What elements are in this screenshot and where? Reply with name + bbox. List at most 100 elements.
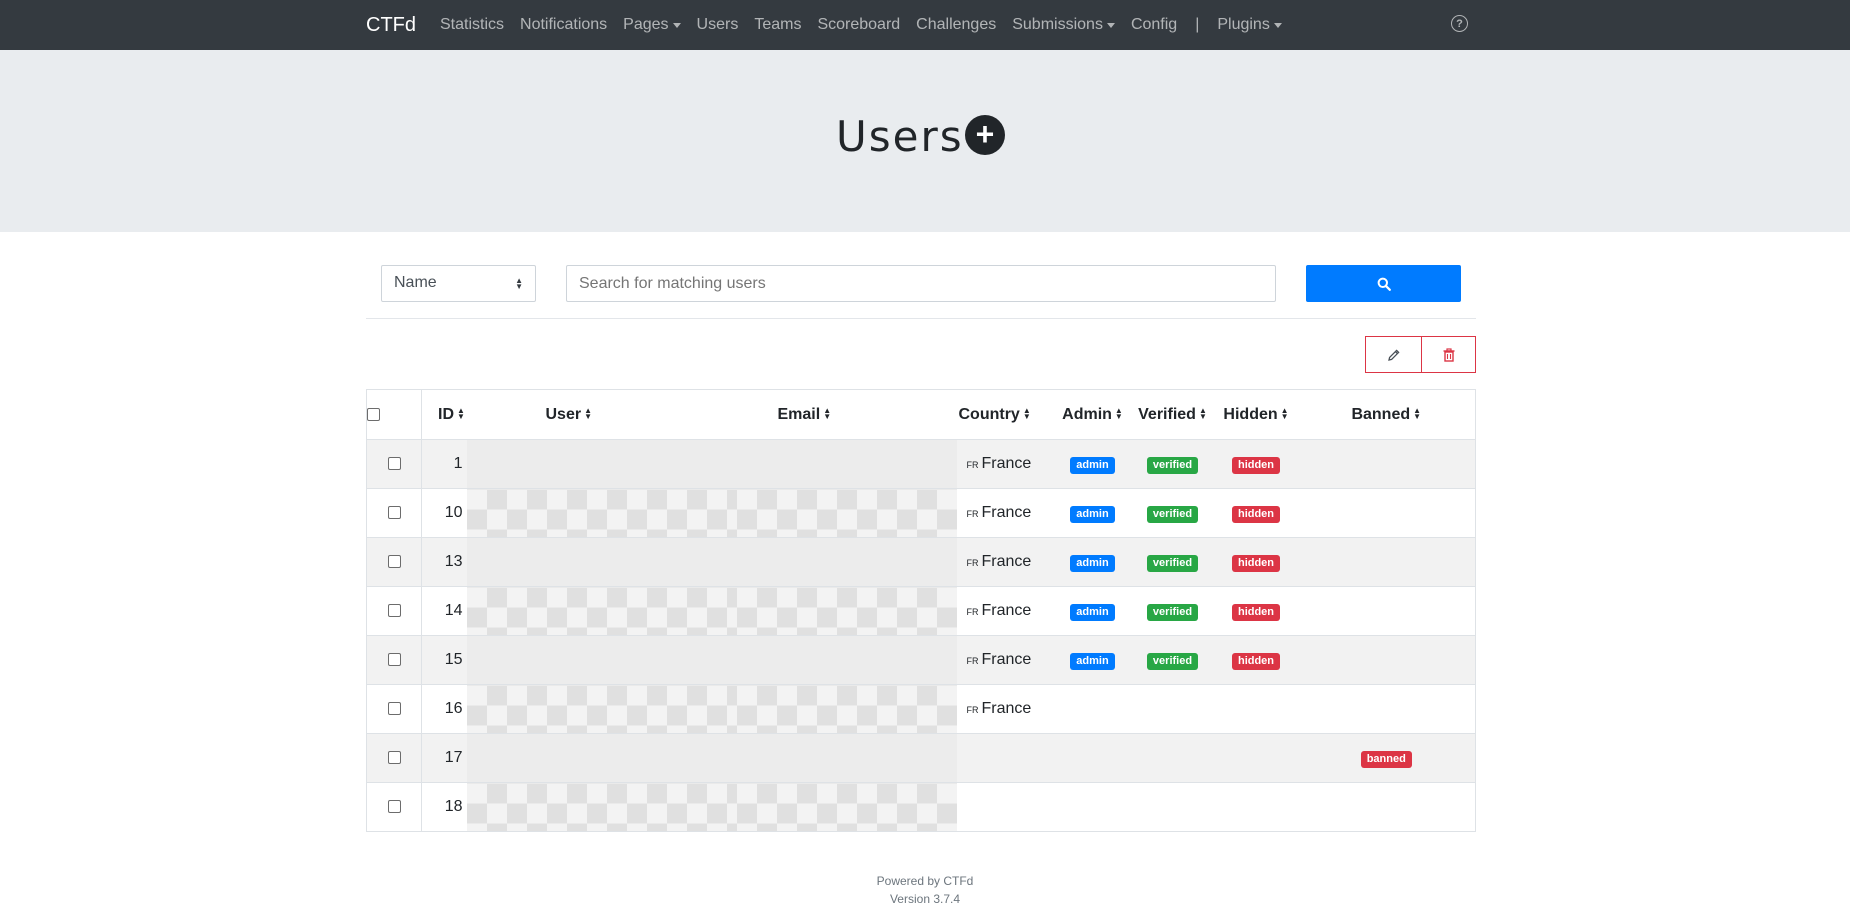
country-name: France (981, 455, 1032, 472)
column-header-banned[interactable]: Banned ▲ ▼ (1297, 389, 1476, 440)
search-input[interactable] (566, 265, 1276, 302)
row-checkbox[interactable] (387, 457, 401, 471)
row-checkbox[interactable] (387, 702, 401, 716)
sort-icon[interactable]: ▲ ▼ (1413, 407, 1421, 421)
select-all-checkbox[interactable] (367, 407, 380, 421)
country-cell: FR France (956, 488, 1055, 538)
table-row[interactable]: 10 FR France admin verified hidden (366, 488, 1476, 538)
bulk-edit-button[interactable] (1365, 336, 1421, 373)
search-field-select[interactable]: Name ▲ ▼ (381, 265, 536, 302)
nav-item-notifications[interactable]: Notifications (520, 16, 607, 34)
user-id-cell: 17 (421, 733, 467, 783)
banned-cell (1297, 684, 1476, 734)
nav-item-statistics[interactable]: Statistics (440, 16, 504, 34)
pencil-icon (1387, 348, 1400, 361)
row-checkbox[interactable] (387, 555, 401, 569)
caret-down-icon (1273, 22, 1282, 28)
admin-cell (1054, 733, 1131, 783)
verified-badge: verified (1146, 505, 1199, 523)
footer-version: Version 3.7.4 (889, 892, 961, 906)
user-name-cell[interactable] (466, 537, 737, 587)
row-checkbox[interactable] (387, 800, 401, 814)
user-name-cell[interactable] (466, 635, 737, 685)
user-email-cell (736, 537, 957, 587)
users-table: ID ▲ ▼ User ▲ ▼ Email ▲ ▼ Country ▲ ▼ Admin ▲ ▼ Ve… (366, 389, 1476, 832)
user-email-cell (736, 684, 957, 734)
user-name-cell[interactable] (466, 439, 737, 489)
column-header-email[interactable]: Email ▲ ▼ (736, 389, 957, 440)
column-header-verified[interactable]: Verified ▲ ▼ (1130, 389, 1215, 440)
table-row[interactable]: 18 (366, 782, 1476, 832)
sort-icon[interactable]: ▲ ▼ (1281, 407, 1289, 421)
table-row[interactable]: 13 FR France admin verified hidden (366, 537, 1476, 587)
search-button[interactable] (1306, 265, 1461, 302)
question-circle-icon[interactable]: ? (1451, 15, 1468, 32)
verified-cell: verified (1130, 488, 1215, 538)
banned-cell (1297, 488, 1476, 538)
nav-item-pages[interactable]: Pages (623, 16, 681, 34)
hidden-cell: hidden (1214, 586, 1298, 636)
nav-item-teams[interactable]: Teams (754, 16, 801, 34)
caret-down-icon (672, 22, 681, 28)
bulk-delete-button[interactable] (1421, 336, 1476, 373)
hidden-cell: hidden (1214, 537, 1298, 587)
table-row[interactable]: 1 FR France admin verified hidden (366, 439, 1476, 489)
table-row[interactable]: 17 banned (366, 733, 1476, 783)
banned-cell (1297, 782, 1476, 832)
user-email-cell (736, 439, 957, 489)
nav-item-scoreboard[interactable]: Scoreboard (817, 16, 900, 34)
sort-icon[interactable]: ▲ ▼ (823, 407, 831, 421)
nav-item-config[interactable]: Config (1131, 16, 1177, 34)
sort-icon[interactable]: ▲ ▼ (1023, 407, 1031, 421)
table-row[interactable]: 14 FR France admin verified hidden (366, 586, 1476, 636)
row-checkbox[interactable] (387, 604, 401, 618)
column-header-id[interactable]: ID ▲ ▼ (421, 389, 467, 440)
user-name-cell[interactable] (466, 782, 737, 832)
nav-item-users[interactable]: Users (697, 16, 739, 34)
row-checkbox[interactable] (387, 653, 401, 667)
nav-item-challenges[interactable]: Challenges (916, 16, 996, 34)
banned-cell (1297, 537, 1476, 587)
hidden-cell (1214, 733, 1298, 783)
user-email-cell (736, 733, 957, 783)
country-name: France (981, 553, 1032, 570)
verified-badge: verified (1146, 652, 1199, 670)
hidden-cell: hidden (1214, 488, 1298, 538)
table-header-row: ID ▲ ▼ User ▲ ▼ Email ▲ ▼ Country ▲ ▼ Admin ▲ ▼ Ve… (366, 389, 1476, 440)
sort-icon[interactable]: ▲ ▼ (584, 407, 592, 421)
user-name-cell[interactable] (466, 488, 737, 538)
select-all-cell (366, 389, 422, 440)
nav-item-plugins[interactable]: Plugins (1217, 16, 1282, 34)
row-checkbox[interactable] (387, 751, 401, 765)
country-cell: FR France (956, 635, 1055, 685)
sort-icon[interactable]: ▲ ▼ (457, 407, 465, 421)
sort-icon[interactable]: ▲ ▼ (1115, 407, 1123, 421)
country-name: France (981, 651, 1032, 668)
footer: Powered by CTFd Version 3.7.4 (0, 872, 1850, 908)
nav-item-submissions[interactable]: Submissions (1012, 16, 1115, 34)
flag-icon: FR (966, 705, 979, 715)
user-name-cell[interactable] (466, 733, 737, 783)
brand-link[interactable]: CTFd (366, 14, 416, 37)
table-row[interactable]: 16 FR France (366, 684, 1476, 734)
bulk-actions (1365, 336, 1476, 373)
country-cell: FR France (956, 439, 1055, 489)
table-row[interactable]: 15 FR France admin verified hidden (366, 635, 1476, 685)
plus-circle-icon[interactable]: + (965, 115, 1005, 155)
column-header-hidden[interactable]: Hidden ▲ ▼ (1214, 389, 1298, 440)
row-checkbox[interactable] (387, 506, 401, 520)
trash-icon (1443, 347, 1454, 362)
hidden-cell: hidden (1214, 439, 1298, 489)
banned-badge: banned (1360, 750, 1412, 768)
column-header-admin[interactable]: Admin ▲ ▼ (1054, 389, 1131, 440)
country-name: France (981, 602, 1032, 619)
admin-badge: admin (1070, 554, 1115, 572)
footer-powered[interactable]: Powered by CTFd (0, 872, 1850, 890)
column-header-user[interactable]: User ▲ ▼ (466, 389, 737, 440)
user-name-cell[interactable] (466, 684, 737, 734)
column-header-country[interactable]: Country ▲ ▼ (956, 389, 1055, 440)
divider (366, 318, 1476, 319)
sort-icon[interactable]: ▲ ▼ (1199, 407, 1207, 421)
user-name-cell[interactable] (466, 586, 737, 636)
country-cell: FR France (956, 684, 1055, 734)
